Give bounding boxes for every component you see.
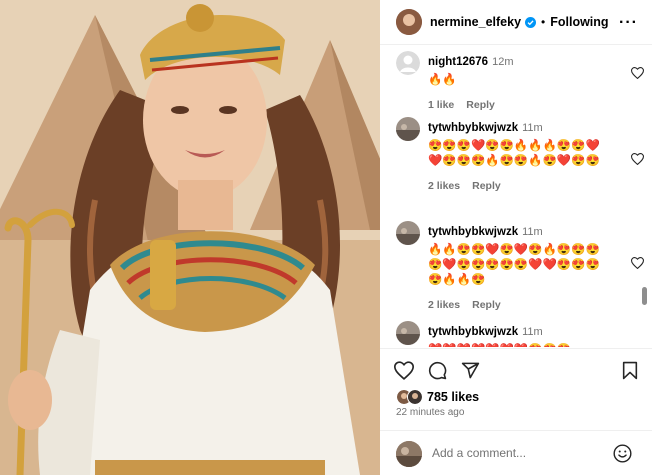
post-photo[interactable] — [0, 0, 380, 475]
comment-username[interactable]: night12676 — [428, 56, 488, 68]
likes-summary[interactable]: 785 likes — [396, 389, 479, 405]
comment-text: 😍😍😍❤️😍😍🔥🔥🔥😍😍❤️❤️😍😍😍🔥😍😍🔥😍❤️😍😍 — [428, 140, 600, 167]
comment-likes[interactable]: 2 likes — [428, 180, 460, 192]
reply-button[interactable]: Reply — [472, 180, 501, 192]
bookmark-icon[interactable] — [622, 361, 638, 380]
verified-badge-icon — [525, 16, 537, 28]
comments-list[interactable]: night12676 12m 🔥🔥 1 like Reply tytwhbybkwj… — [380, 45, 652, 347]
comment-username[interactable]: tytwhbybkwjwzk — [428, 122, 518, 134]
comment-username[interactable]: tytwhbybkwjwzk — [428, 226, 518, 238]
reply-button[interactable]: Reply — [472, 299, 501, 311]
heart-icon[interactable] — [394, 361, 414, 380]
add-comment-bar — [380, 430, 652, 476]
author-avatar[interactable] — [396, 9, 422, 35]
likes-count[interactable]: 785 likes — [427, 390, 479, 404]
header-separator: • — [541, 15, 546, 29]
author-username[interactable]: nermine_elfeky — [430, 15, 521, 29]
comment-likes[interactable]: 1 like — [428, 99, 454, 111]
comment-likes[interactable]: 2 likes — [428, 299, 460, 311]
post-side-panel: nermine_elfeky • Following ··· night1267… — [380, 0, 652, 475]
comment-like-heart-icon[interactable] — [631, 67, 644, 79]
comment-like-heart-icon[interactable] — [631, 153, 644, 165]
comment-time: 11m — [522, 226, 543, 238]
comment-like-heart-icon[interactable] — [631, 257, 644, 269]
following-button[interactable]: Following — [550, 15, 608, 29]
comment-text: ❤️❤️❤️❤️❤️❤️❤️😍😍😍 — [428, 343, 600, 347]
commenter-avatar[interactable] — [396, 321, 420, 345]
comment-time: 11m — [522, 326, 543, 338]
comment-icon[interactable] — [428, 361, 447, 380]
emoji-picker-icon[interactable] — [613, 444, 632, 463]
photo-illustration — [0, 0, 380, 475]
current-user-avatar — [396, 441, 422, 467]
comment-username[interactable]: tytwhbybkwjwzk — [428, 326, 518, 338]
commenter-avatar[interactable] — [396, 117, 420, 141]
comments-scrollbar[interactable] — [642, 287, 647, 305]
comment-text: 🔥🔥 — [428, 74, 457, 86]
more-options-icon[interactable]: ··· — [619, 14, 638, 32]
commenter-avatar[interactable] — [396, 221, 420, 245]
post-header: nermine_elfeky • Following ··· — [380, 0, 652, 45]
comment-time: 11m — [522, 122, 543, 134]
comment-text: 🔥🔥😍😍❤️😍❤️😍🔥😍😍😍😍❤️😍😍😍😍😍❤️❤️😍😍😍😍🔥🔥😍 — [428, 244, 600, 286]
post-timestamp[interactable]: 22 minutes ago — [396, 407, 464, 418]
commenter-avatar[interactable] — [396, 51, 420, 75]
share-icon[interactable] — [461, 361, 480, 380]
comment-time: 12m — [492, 56, 514, 68]
liker-avatar — [407, 389, 423, 405]
add-comment-input[interactable] — [430, 445, 604, 461]
reply-button[interactable]: Reply — [466, 99, 495, 111]
